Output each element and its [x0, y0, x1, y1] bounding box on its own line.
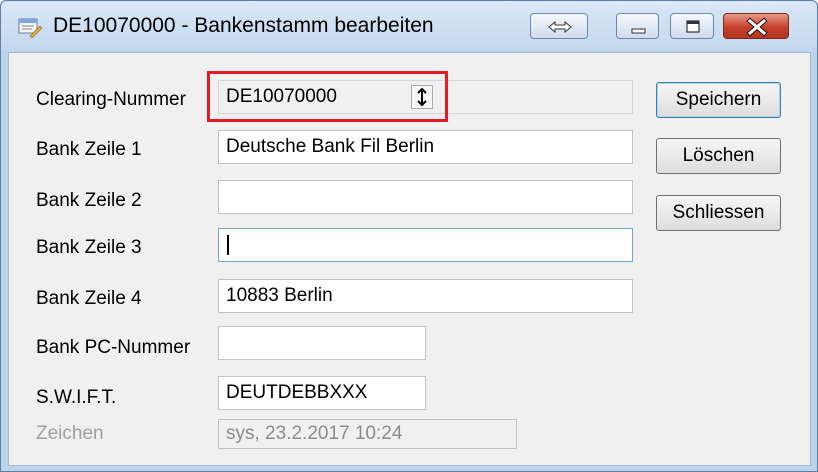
- save-button[interactable]: Speichern: [656, 82, 781, 118]
- swap-button[interactable]: [530, 13, 588, 39]
- highlight-box: [207, 71, 448, 122]
- close-window-button[interactable]: [723, 13, 789, 39]
- bank-line-4-field[interactable]: 10883 Berlin: [218, 279, 633, 313]
- title-bar[interactable]: DE10070000 - Bankenstamm bearbeiten: [1, 1, 817, 51]
- maximize-icon: [686, 20, 700, 33]
- text-caret: [227, 235, 229, 255]
- minimize-button[interactable]: [616, 13, 659, 39]
- swift-field[interactable]: DEUTDEBBXXX: [218, 376, 426, 410]
- zeichen-field: sys, 23.2.2017 10:24: [218, 419, 517, 449]
- bank-edit-icon: [18, 18, 42, 38]
- minimize-icon: [631, 28, 646, 34]
- close-icon: [746, 17, 768, 37]
- close-button[interactable]: Schliessen: [656, 195, 781, 231]
- bank-line-1-field[interactable]: Deutsche Bank Fil Berlin: [218, 130, 633, 164]
- bank-line-4-label: Bank Zeile 4: [36, 288, 142, 309]
- delete-button[interactable]: Löschen: [656, 138, 781, 174]
- swap-arrows-icon: [548, 20, 572, 34]
- bank-line-3-label: Bank Zeile 3: [36, 237, 142, 258]
- zeichen-label: Zeichen: [36, 423, 104, 444]
- swift-label: S.W.I.F.T.: [36, 387, 117, 408]
- window-title: DE10070000 - Bankenstamm bearbeiten: [53, 14, 434, 37]
- bank-line-3-field[interactable]: [218, 228, 633, 262]
- bank-line-2-field[interactable]: [218, 180, 633, 214]
- bank-pc-number-label: Bank PC-Nummer: [36, 337, 191, 358]
- bank-line-2-label: Bank Zeile 2: [36, 190, 142, 211]
- maximize-button[interactable]: [670, 13, 714, 39]
- bank-pc-number-field[interactable]: [218, 326, 426, 360]
- form-area: Clearing-Nummer DE10070000 Bank Zeile 1 …: [8, 52, 811, 466]
- bank-line-1-label: Bank Zeile 1: [36, 139, 142, 160]
- clearing-number-label: Clearing-Nummer: [36, 89, 186, 110]
- dialog-window: DE10070000 - Bankenstamm bearbeiten Clea…: [0, 0, 818, 472]
